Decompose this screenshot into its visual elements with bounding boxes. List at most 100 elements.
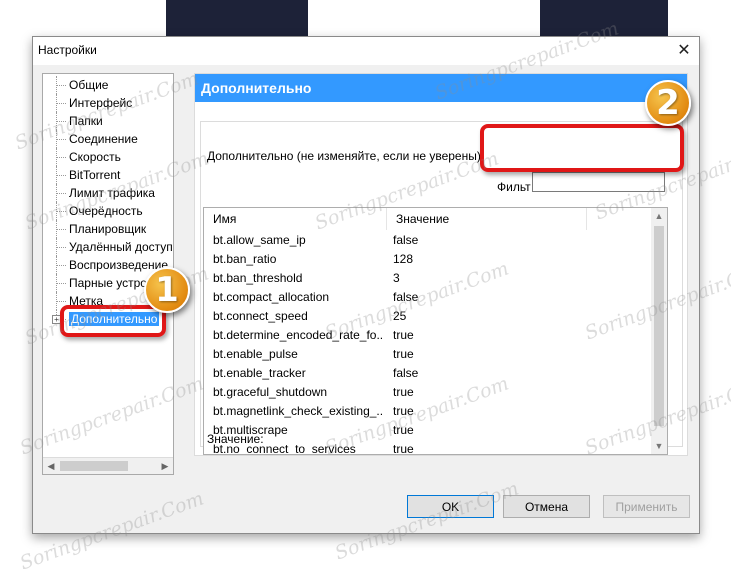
scroll-up-icon[interactable]: ▲ xyxy=(651,208,667,224)
sidebar-item[interactable]: BitTorrent xyxy=(43,166,173,184)
table-row[interactable]: bt.graceful_shutdown true xyxy=(204,383,650,402)
table-row[interactable]: bt.no_connect_to_services true xyxy=(204,440,650,455)
scroll-thumb[interactable] xyxy=(60,461,128,471)
sidebar-item-label: Очерёдность xyxy=(69,204,143,218)
setting-value: false xyxy=(393,366,419,380)
setting-name: bt.enable_pulse xyxy=(213,347,298,361)
sidebar-item[interactable]: Планировщик xyxy=(43,220,173,238)
setting-value: 3 xyxy=(393,271,400,285)
tree-connector xyxy=(56,157,66,158)
table-row[interactable]: bt.connect_speed 25 xyxy=(204,307,650,326)
apply-button[interactable]: Применить xyxy=(603,495,690,518)
background-image-left xyxy=(166,0,308,36)
setting-name: bt.compact_allocation xyxy=(213,290,330,304)
cancel-button[interactable]: Отмена xyxy=(503,495,590,518)
sidebar-item[interactable]: Соединение xyxy=(43,130,173,148)
close-button[interactable]: ✕ xyxy=(669,37,699,65)
tree-horizontal-scrollbar[interactable]: ◀ ▶ xyxy=(43,457,173,474)
column-header-value[interactable]: Значение xyxy=(387,208,587,230)
scroll-thumb[interactable] xyxy=(654,226,664,426)
callout-box-advanced xyxy=(60,305,166,337)
sidebar-item[interactable]: Лимит трафика xyxy=(43,184,173,202)
tree-connector xyxy=(56,211,66,212)
table-row[interactable]: bt.determine_encoded_rate_fo... true xyxy=(204,326,650,345)
table-row[interactable]: bt.ban_threshold 3 xyxy=(204,269,650,288)
setting-name: bt.ban_ratio xyxy=(213,252,277,266)
table-row[interactable]: bt.multiscrape true xyxy=(204,421,650,440)
setting-value: false xyxy=(393,290,419,304)
setting-value: 25 xyxy=(393,309,407,323)
sidebar-item[interactable]: Общие xyxy=(43,76,173,94)
tree-connector xyxy=(56,229,66,230)
sidebar-item-label: Парные устро xyxy=(69,276,147,290)
sidebar-item-label: Папки xyxy=(69,114,103,128)
table-row[interactable]: bt.magnetlink_check_existing_... true xyxy=(204,402,650,421)
setting-name: bt.connect_speed xyxy=(213,309,308,323)
sidebar-item[interactable]: Очерёдность xyxy=(43,202,173,220)
table-header: Имя Значение xyxy=(204,208,650,230)
sidebar-item[interactable]: Папки xyxy=(43,112,173,130)
column-header-name[interactable]: Имя xyxy=(204,208,387,230)
callout-box-filter xyxy=(480,124,684,172)
setting-name: bt.enable_tracker xyxy=(213,366,306,380)
group-caption: Дополнительно (не изменяйте, если не уве… xyxy=(207,149,481,163)
sidebar-item-label: Соединение xyxy=(69,132,138,146)
setting-value: true xyxy=(393,423,414,437)
filter-label: Фильт xyxy=(497,180,531,194)
tree-connector xyxy=(56,175,66,176)
setting-value: true xyxy=(393,347,414,361)
value-label: Значение: xyxy=(207,432,264,446)
settings-dialog: Настройки ✕ Общие Интерфейс Папки Соединени… xyxy=(32,36,700,534)
setting-name: bt.ban_threshold xyxy=(213,271,303,285)
settings-table: Имя Значение bt.allow_same_ip false bt.ban… xyxy=(203,207,668,455)
setting-name: bt.determine_encoded_rate_fo... xyxy=(213,328,383,342)
setting-name: bt.graceful_shutdown xyxy=(213,385,328,399)
setting-value: 128 xyxy=(393,252,414,266)
background-image-right xyxy=(540,0,668,36)
tree-connector xyxy=(56,193,66,194)
table-row[interactable]: bt.allow_same_ip false xyxy=(204,231,650,250)
table-row[interactable]: bt.enable_tracker false xyxy=(204,364,650,383)
sidebar-item-label: Скорость xyxy=(69,150,121,164)
sidebar-item-label: Общие xyxy=(69,78,109,92)
sidebar-item[interactable]: Скорость xyxy=(43,148,173,166)
scroll-down-icon[interactable]: ▼ xyxy=(651,438,667,454)
tree-connector xyxy=(56,103,66,104)
sidebar-item[interactable]: Интерфейс xyxy=(43,94,173,112)
tree-connector xyxy=(56,283,66,284)
ok-button[interactable]: OK xyxy=(407,495,494,518)
panel-header: Дополнительно xyxy=(195,74,687,102)
setting-value: true xyxy=(393,442,414,455)
tree-connector xyxy=(56,301,66,302)
tree-connector xyxy=(56,139,66,140)
setting-name: bt.allow_same_ip xyxy=(213,233,306,247)
close-icon: ✕ xyxy=(677,42,691,59)
table-row[interactable]: bt.compact_allocation false xyxy=(204,288,650,307)
table-body: bt.allow_same_ip false bt.ban_ratio 128 bt.b… xyxy=(204,231,650,455)
setting-name: bt.magnetlink_check_existing_... xyxy=(213,404,383,418)
sidebar-item-label: BitTorrent xyxy=(69,168,121,182)
table-vertical-scrollbar[interactable]: ▲ ▼ xyxy=(651,208,667,454)
sidebar-item-label: Удалённый доступ xyxy=(69,240,173,254)
step-badge-2: 2 xyxy=(645,80,691,126)
setting-value: true xyxy=(393,328,414,342)
window-title: Настройки xyxy=(38,43,97,57)
setting-value: true xyxy=(393,404,414,418)
scroll-right-icon[interactable]: ▶ xyxy=(157,458,173,474)
sidebar-item-label: Планировщик xyxy=(69,222,147,236)
tree-connector xyxy=(56,265,66,266)
filter-input[interactable] xyxy=(532,172,665,192)
setting-value: false xyxy=(393,233,419,247)
sidebar-item-label: Интерфейс xyxy=(69,96,133,110)
sidebar-item-label: Лимит трафика xyxy=(69,186,155,200)
sidebar-item[interactable]: Удалённый доступ xyxy=(43,238,173,256)
tree-connector xyxy=(56,247,66,248)
table-row[interactable]: bt.enable_pulse true xyxy=(204,345,650,364)
setting-value: true xyxy=(393,385,414,399)
table-row[interactable]: bt.ban_ratio 128 xyxy=(204,250,650,269)
tree-connector xyxy=(56,85,66,86)
scroll-left-icon[interactable]: ◀ xyxy=(43,458,59,474)
tree-connector xyxy=(56,121,66,122)
title-bar: Настройки ✕ xyxy=(33,37,699,65)
step-badge-1: 1 xyxy=(144,267,190,313)
